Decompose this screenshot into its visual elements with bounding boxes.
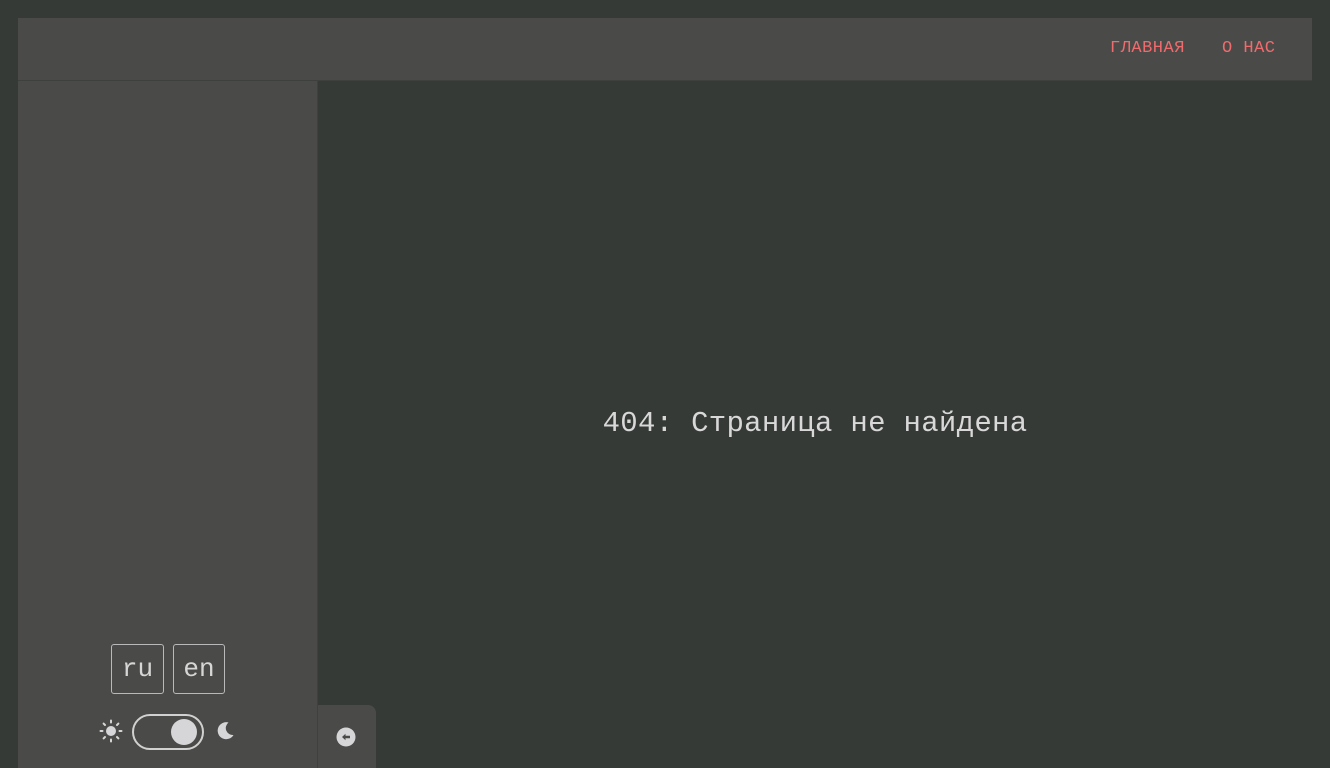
error-message: 404: Страница не найдена [602, 407, 1028, 440]
sun-icon [99, 719, 123, 743]
main-content: 404: Страница не найдена [318, 81, 1312, 705]
nav-link-home[interactable]: ГЛАВНАЯ [1110, 40, 1185, 58]
sidebar: ru en [18, 81, 318, 768]
moon-icon [217, 722, 234, 740]
arrow-left-circle-icon [336, 727, 356, 747]
app-frame: ГЛАВНАЯ О НАС ru en 404: Страница не най… [18, 18, 1312, 768]
sidebar-collapse-button[interactable] [318, 705, 376, 768]
nav-link-about[interactable]: О НАС [1222, 40, 1276, 58]
language-button-ru[interactable]: ru [111, 644, 164, 694]
language-button-en[interactable]: en [173, 644, 225, 694]
top-header: ГЛАВНАЯ О НАС [18, 18, 1312, 81]
theme-toggle[interactable] [132, 714, 204, 750]
theme-toggle-knob [171, 719, 197, 745]
